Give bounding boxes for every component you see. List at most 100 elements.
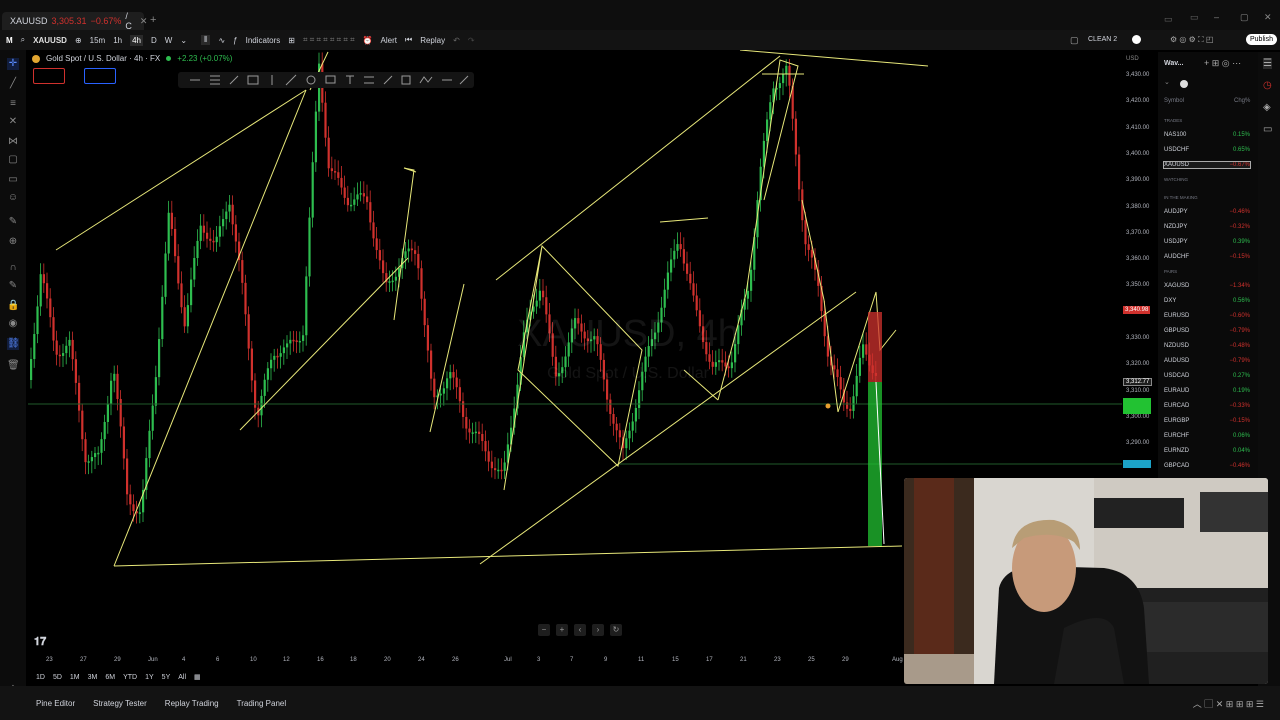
redo-icon[interactable]: ↷ <box>468 36 475 45</box>
watchlist-section[interactable]: PAIRS <box>1164 269 1177 274</box>
replay-icon[interactable]: ⏮ <box>405 35 412 45</box>
reset-chart-button[interactable]: ↻ <box>610 624 622 636</box>
annotation-icon[interactable]: ▭ <box>7 174 19 186</box>
range-5y[interactable]: 5Y <box>162 674 171 681</box>
watchlist-title[interactable]: Wav... <box>1164 60 1183 67</box>
forecast-icon[interactable]: ⋈ <box>7 136 19 148</box>
panel-tab-replay-trading[interactable]: Replay Trading <box>165 699 219 708</box>
trash-icon[interactable]: 🗑 <box>7 360 20 372</box>
layers-icon[interactable]: ◈ <box>1263 102 1271 113</box>
magnet-icon[interactable]: ∩ <box>7 262 19 274</box>
chart-tab[interactable]: XAUUSD 3,305.31 −0.67% / C ✕ <box>2 11 147 31</box>
watchlist-section[interactable]: IN THE MAKING <box>1164 195 1198 200</box>
interval-1h[interactable]: 1h <box>113 36 122 45</box>
watchlist-row[interactable]: USDJPY 0.39% <box>1164 239 1250 245</box>
watchlist-row[interactable]: EURCHF 0.06% <box>1164 433 1250 439</box>
goto-date-icon[interactable]: ▦ <box>194 673 201 681</box>
panel-controls-icon[interactable]: ︿ ▢ ✕ ⊞ ⊞ ⊞ ☰ <box>1193 697 1264 710</box>
compare-icon[interactable]: ⊕ <box>75 36 82 45</box>
alert-icon[interactable]: ⏰ <box>363 36 373 45</box>
interval-d[interactable]: D <box>151 36 157 45</box>
interval-dropdown-icon[interactable]: ⌄ <box>180 36 187 45</box>
watchlist-row[interactable]: EURGBP −0.15% <box>1164 418 1250 424</box>
watchlist-row[interactable]: EURNZD 0.04% <box>1164 448 1250 454</box>
watchlist-row[interactable]: NAS100 0.15% <box>1164 132 1250 138</box>
trendline-icon[interactable]: ╱ <box>7 78 19 90</box>
emoji-icon[interactable]: ☺ <box>7 192 19 204</box>
watchlist-section[interactable]: WATCHING <box>1164 177 1188 182</box>
close-tab-icon[interactable]: ✕ <box>140 16 148 27</box>
watchlist-row[interactable]: EURAUD 0.19% <box>1164 388 1250 394</box>
watchlist-row[interactable]: GBPCAD −0.46% <box>1164 463 1250 469</box>
watchlist-row[interactable]: AUDUSD −0.79% <box>1164 358 1250 364</box>
panel-tab-strategy-tester[interactable]: Strategy Tester <box>93 699 147 708</box>
fib-icon[interactable]: ≡ <box>7 98 19 110</box>
toggle-icon[interactable] <box>1180 80 1188 88</box>
panel-tab-trading-panel[interactable]: Trading Panel <box>237 699 287 708</box>
ruler-icon[interactable]: ✎ <box>7 216 19 228</box>
range-1m[interactable]: 1M <box>70 674 80 681</box>
alerts-icon[interactable]: ◷ <box>1263 80 1272 91</box>
range-all[interactable]: All <box>178 674 186 681</box>
range-1d[interactable]: 1D <box>36 674 45 681</box>
toolbar-mini-buttons[interactable]: ⌗ ⌗ ⌗ ⌗ ⌗ ⌗ ⌗ ⌗ <box>303 35 355 45</box>
lock-icon[interactable]: 🔒 <box>7 300 19 312</box>
publish-button[interactable]: Publish <box>1246 34 1277 45</box>
templates-icon[interactable]: ⊞ <box>288 36 295 45</box>
zoom-out-button[interactable]: − <box>538 624 550 636</box>
menu-icon[interactable]: M <box>6 36 13 45</box>
watchlist-row[interactable]: AUDJPY −0.46% <box>1164 209 1250 215</box>
pattern-icon[interactable]: ✕ <box>7 116 19 128</box>
zoom-icon[interactable]: ⊕ <box>7 236 19 248</box>
scroll-left-button[interactable]: ‹ <box>574 624 586 636</box>
interval-w[interactable]: W <box>165 36 173 45</box>
candles-icon[interactable]: ⫴ <box>201 35 211 45</box>
replay-button[interactable]: Replay <box>420 36 445 45</box>
crosshair-icon[interactable]: ✛ <box>7 58 19 70</box>
column-symbol[interactable]: Symbol <box>1164 98 1184 104</box>
indicators-button[interactable]: Indicators <box>246 36 281 45</box>
settings-icon[interactable]: ⚙ ◎ ⚙ ⛶ ◰ <box>1170 35 1213 45</box>
maximize-icon[interactable]: ▢ <box>1240 12 1249 23</box>
alert-button[interactable]: Alert <box>381 36 397 45</box>
layout-icon[interactable]: ▢ <box>1070 35 1079 46</box>
undo-icon[interactable]: ↶ <box>453 36 460 45</box>
range-5d[interactable]: 5D <box>53 674 62 681</box>
lock-drawings-icon[interactable]: ✎ <box>7 280 19 292</box>
window-layout-icon[interactable]: ▭ <box>1164 14 1173 25</box>
range-ytd[interactable]: YTD <box>123 674 137 681</box>
new-tab-icon[interactable]: + <box>150 14 156 26</box>
watchlist-row[interactable]: AUDCHF −0.15% <box>1164 254 1250 260</box>
add-symbol-icon[interactable]: + ⊞ ◎ ⋯ <box>1204 58 1241 69</box>
close-window-icon[interactable]: ✕ <box>1264 12 1272 23</box>
collapse-icon[interactable]: ⌄ <box>1164 78 1170 86</box>
watchlist-section[interactable]: TRADES <box>1164 118 1182 123</box>
range-3m[interactable]: 3M <box>88 674 98 681</box>
range-6m[interactable]: 6M <box>105 674 115 681</box>
link-icon[interactable]: ⛓ <box>7 338 20 350</box>
layout-name-button[interactable]: CLEAN 2 <box>1088 36 1117 43</box>
range-1y[interactable]: 1Y <box>145 674 154 681</box>
watchlist-row[interactable]: DXY 0.56% <box>1164 298 1250 304</box>
watchlist-row[interactable]: USDCAD 0.27% <box>1164 373 1250 379</box>
watchlist-row[interactable]: EURUSD −0.60% <box>1164 313 1250 319</box>
watchlist-row[interactable]: GBPUSD −0.79% <box>1164 328 1250 334</box>
restore-icon[interactable]: ▭ <box>1190 12 1199 23</box>
watchlist-row[interactable]: XAGUSD −1.34% <box>1164 283 1250 289</box>
indicators-icon[interactable]: ƒ <box>233 36 237 45</box>
minimize-icon[interactable]: – <box>1214 12 1219 22</box>
panel-tab-pine-editor[interactable]: Pine Editor <box>36 699 75 708</box>
symbol-search-button[interactable]: XAUUSD <box>33 36 67 45</box>
buy-button[interactable] <box>84 68 116 84</box>
column-change[interactable]: Chg% <box>1234 98 1250 104</box>
watchlist-icon[interactable]: ☰ <box>1263 58 1272 69</box>
sell-button[interactable] <box>33 68 65 84</box>
line-chart-icon[interactable]: ∿ <box>218 36 225 45</box>
zoom-in-button[interactable]: + <box>556 624 568 636</box>
visibility-icon[interactable]: ◉ <box>7 318 19 330</box>
scroll-right-button[interactable]: › <box>592 624 604 636</box>
chat-icon[interactable]: ▭ <box>1263 124 1272 135</box>
watchlist-row[interactable]: USDCHF 0.65% <box>1164 147 1250 153</box>
interval-15m[interactable]: 15m <box>90 36 106 45</box>
watchlist-row[interactable]: XAUUSD −0.67% <box>1163 161 1251 169</box>
